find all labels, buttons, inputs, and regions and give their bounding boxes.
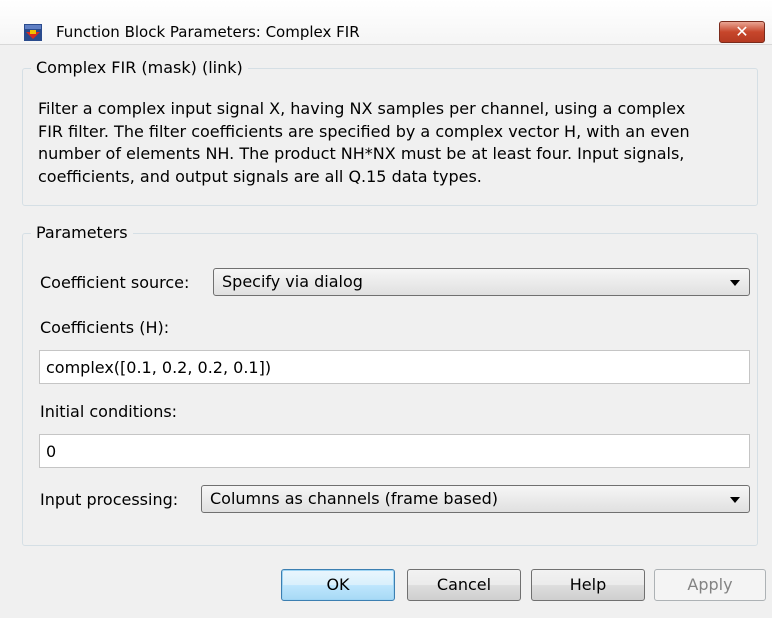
block-description: Filter a complex input signal X, having … (38, 98, 754, 188)
simulink-block-icon (24, 24, 42, 41)
coefficient-source-dropdown[interactable]: Specify via dialog (213, 268, 750, 296)
input-processing-value: Columns as channels (frame based) (210, 489, 498, 508)
description-line: coefficients, and output signals are all… (38, 166, 482, 186)
coefficients-label: Coefficients (H): (40, 318, 170, 337)
help-button[interactable]: Help (531, 569, 645, 601)
chevron-down-icon (730, 497, 740, 503)
input-processing-dropdown[interactable]: Columns as channels (frame based) (201, 485, 750, 513)
window-title: Function Block Parameters: Complex FIR (56, 23, 360, 41)
close-icon: ✕ (735, 22, 749, 41)
description-line: number of elements NH. The product NH*NX… (38, 144, 685, 163)
parameters-legend: Parameters (36, 223, 128, 242)
description-line: Filter a complex input signal X, having … (38, 99, 686, 118)
description-legend: Complex FIR (mask) (link) (36, 58, 243, 77)
description-line: FIR filter. The filter coefficients are … (38, 121, 690, 141)
cancel-button[interactable]: Cancel (407, 569, 521, 601)
coefficients-input[interactable] (39, 350, 750, 384)
ok-button[interactable]: OK (281, 569, 395, 601)
initial-conditions-label: Initial conditions: (40, 402, 178, 421)
chevron-down-icon (730, 280, 740, 286)
title-bar[interactable]: Function Block Parameters: Complex FIR ✕ (0, 0, 772, 45)
coefficient-source-label: Coefficient source: (40, 273, 190, 292)
input-processing-label: Input processing: (40, 490, 179, 509)
close-button[interactable]: ✕ (719, 21, 765, 43)
dialog-window: Function Block Parameters: Complex FIR ✕… (0, 0, 772, 618)
initial-conditions-input[interactable] (39, 434, 750, 468)
coefficient-source-value: Specify via dialog (222, 272, 363, 291)
apply-button[interactable]: Apply (654, 569, 766, 601)
